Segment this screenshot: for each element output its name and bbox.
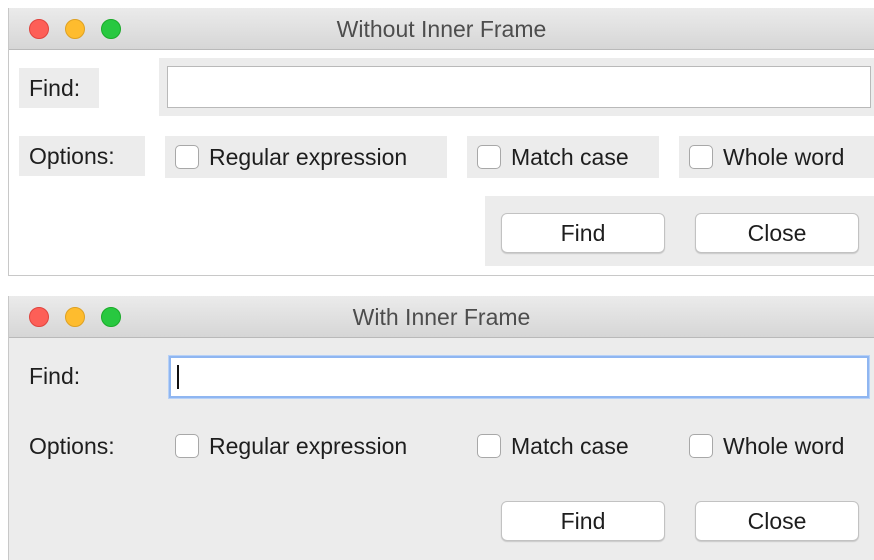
window-title: With Inner Frame <box>352 304 531 330</box>
checkbox-box[interactable] <box>477 145 501 169</box>
checkbox-label: Match case <box>511 143 629 170</box>
match-case-checkbox[interactable]: Match case <box>467 425 629 467</box>
checkbox-label: Regular expression <box>209 143 408 170</box>
button-panel: Find Close <box>485 196 874 266</box>
close-button[interactable]: Close <box>695 213 859 253</box>
checkbox-box[interactable] <box>175 145 199 169</box>
checkbox-label: Whole word <box>723 432 845 459</box>
regular-expression-checkbox[interactable]: Regular expression <box>165 425 407 467</box>
whole-word-checkbox[interactable]: Whole word <box>679 136 874 178</box>
regular-expression-checkbox[interactable]: Regular expression <box>165 136 447 178</box>
whole-word-checkbox[interactable]: Whole word <box>679 425 844 467</box>
checkbox-box[interactable] <box>689 434 713 458</box>
checkbox-box[interactable] <box>175 434 199 458</box>
find-input[interactable] <box>159 58 874 116</box>
window-title: Without Inner Frame <box>336 16 547 42</box>
find-button[interactable]: Find <box>501 501 665 541</box>
window-with-inner-frame: With Inner Frame Find: Options: Regular … <box>8 296 874 560</box>
find-button[interactable]: Find <box>501 213 665 253</box>
options-label: Options: <box>29 433 115 459</box>
checkbox-box[interactable] <box>689 145 713 169</box>
checkbox-label: Whole word <box>723 143 845 170</box>
options-label: Options: <box>19 136 145 176</box>
checkbox-box[interactable] <box>477 434 501 458</box>
match-case-checkbox[interactable]: Match case <box>467 136 659 178</box>
find-label: Find: <box>19 68 99 108</box>
text-caret <box>177 365 179 389</box>
checkbox-label: Regular expression <box>209 432 408 459</box>
find-input[interactable] <box>169 356 869 398</box>
find-label: Find: <box>29 363 81 389</box>
title-bar[interactable]: Without Inner Frame <box>9 8 874 50</box>
checkbox-label: Match case <box>511 432 629 459</box>
title-bar[interactable]: With Inner Frame <box>9 296 874 338</box>
window-without-inner-frame: Without Inner Frame Find: Options: Regul… <box>8 8 874 276</box>
close-button[interactable]: Close <box>695 501 859 541</box>
